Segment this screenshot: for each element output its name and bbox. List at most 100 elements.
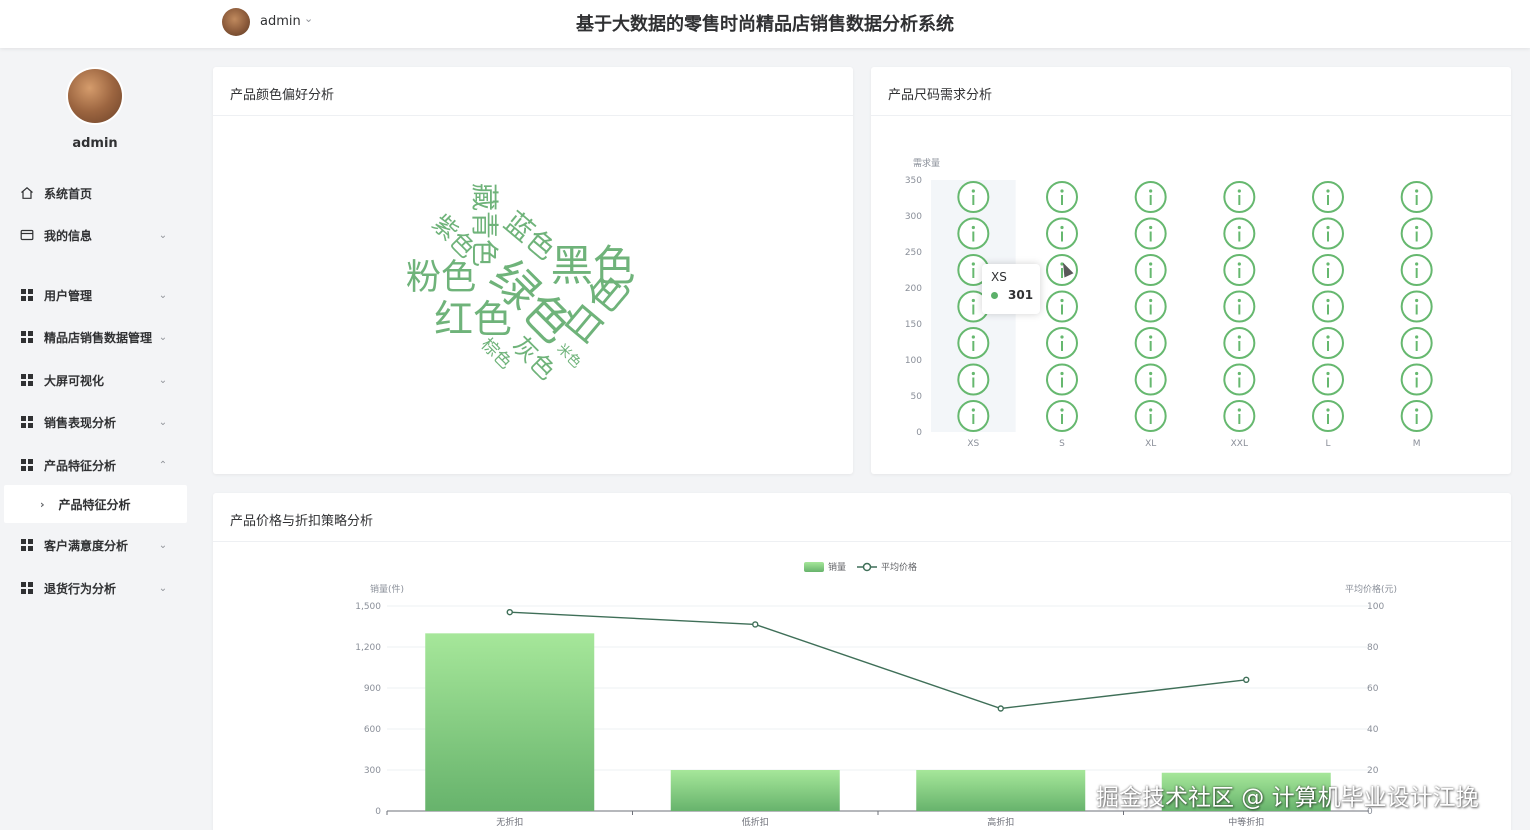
info-icon[interactable]: [1046, 327, 1078, 359]
info-icon[interactable]: [1134, 363, 1167, 396]
y-tick-label: 350: [905, 176, 922, 186]
legend-line-marker: [862, 562, 872, 572]
chevron-down-icon: ⌄: [158, 229, 168, 241]
info-icon[interactable]: [1046, 400, 1078, 432]
y-left-tick: 300: [364, 766, 381, 776]
info-icon[interactable]: [1223, 181, 1256, 213]
bar-无折扣[interactable]: [425, 633, 595, 811]
y-tick-label: 300: [905, 212, 922, 222]
info-icon[interactable]: [1046, 217, 1078, 250]
bar-高折扣[interactable]: [916, 770, 1086, 811]
info-icon[interactable]: [1223, 400, 1256, 432]
grid-icon: [20, 458, 34, 472]
chevron-down-icon: ⌄: [158, 416, 168, 428]
info-icon[interactable]: [1400, 217, 1433, 250]
chevron-down-icon: ⌄: [158, 289, 168, 301]
y-tick-label: 200: [905, 284, 922, 294]
info-icon[interactable]: [1223, 290, 1256, 323]
info-icon[interactable]: [1223, 327, 1256, 359]
word-粉色: 粉色: [406, 257, 476, 298]
grid-icon: [20, 538, 34, 552]
y-right-tick: 100: [1367, 602, 1384, 612]
grid-icon: [20, 373, 34, 387]
info-icon[interactable]: [1046, 181, 1078, 213]
word-红色: 红色: [434, 298, 512, 343]
x-tick-label: 高折扣: [987, 816, 1014, 828]
info-icon[interactable]: [1134, 400, 1167, 432]
card-icon: [20, 228, 34, 242]
y-right-tick: 80: [1367, 643, 1379, 653]
info-icon[interactable]: [1223, 363, 1256, 396]
y-tick-label: 50: [911, 392, 923, 402]
info-icon[interactable]: [1312, 181, 1344, 213]
y-tick-label: 150: [905, 320, 922, 330]
sidebar-item-returns[interactable]: 退货行为分析 ⌄: [0, 570, 190, 606]
info-icon[interactable]: [1312, 400, 1344, 432]
sidebar-item-satisfaction[interactable]: 客户满意度分析 ⌄: [0, 527, 190, 563]
info-icon[interactable]: [1223, 254, 1256, 286]
legend-sales[interactable]: 销量: [828, 561, 846, 573]
y-tick-label: 0: [916, 428, 922, 438]
sidebar-item-sales-data[interactable]: 精品店销售数据管理 ⌄: [0, 319, 190, 355]
sidebar-subitem-label: 产品特征分析: [58, 497, 131, 512]
sidebar-item-my-info[interactable]: 我的信息 ⌄: [0, 217, 190, 253]
x-tick-label: S: [1059, 439, 1065, 449]
info-icon[interactable]: [957, 327, 990, 359]
x-tick-label: 无折扣: [496, 816, 523, 828]
info-icon[interactable]: [1400, 400, 1433, 432]
chevron-down-icon: ⌄: [158, 539, 168, 551]
avg-price-point[interactable]: [1243, 676, 1250, 684]
info-icon[interactable]: [957, 363, 990, 396]
info-icon[interactable]: [1312, 327, 1344, 359]
info-icon[interactable]: [1134, 254, 1167, 286]
info-icon[interactable]: [1400, 181, 1433, 213]
info-icon[interactable]: [1400, 290, 1433, 323]
y-left-tick: 0: [375, 807, 381, 817]
sidebar-item-product-features[interactable]: 产品特征分析 ⌃: [0, 447, 190, 483]
info-icon[interactable]: [1312, 363, 1344, 396]
info-icon[interactable]: [1046, 290, 1078, 323]
y-right-tick: 40: [1367, 725, 1379, 735]
sidebar-item-big-screen[interactable]: 大屏可视化 ⌄: [0, 362, 190, 398]
sidebar-subitem-product-features[interactable]: › 产品特征分析: [4, 485, 187, 523]
info-icon[interactable]: [1400, 254, 1433, 286]
legend-avg-price[interactable]: 平均价格: [881, 561, 917, 573]
info-icon[interactable]: [1312, 254, 1344, 286]
tooltip-value: 301: [1008, 288, 1034, 302]
info-icon[interactable]: [957, 181, 990, 213]
chevron-down-icon: ⌄: [158, 331, 168, 343]
size-demand-card: 产品尺码需求分析 需求量 0 50 100 150 200 250 300 350 XS S XL XX…: [871, 67, 1511, 474]
x-tick-label: 中等折扣: [1228, 816, 1264, 828]
word-藏青色: 藏青色: [468, 183, 501, 267]
info-icon[interactable]: [1312, 217, 1344, 250]
bar-低折扣[interactable]: [670, 770, 840, 811]
info-icon[interactable]: [1400, 327, 1433, 359]
sidebar-user-name: admin: [72, 136, 118, 151]
info-icon[interactable]: [1312, 290, 1344, 323]
chevron-down-icon: ⌄: [158, 374, 168, 386]
sidebar-item-home[interactable]: 系统首页: [0, 175, 190, 211]
x-tick-label: L: [1325, 439, 1330, 449]
home-icon: [20, 186, 34, 200]
avg-price-point[interactable]: [506, 608, 513, 616]
info-icon[interactable]: [1400, 363, 1433, 396]
y-left-tick: 600: [364, 725, 381, 735]
y-right-title: 平均价格(元): [1345, 583, 1397, 595]
info-icon[interactable]: [1134, 181, 1167, 213]
info-icon[interactable]: [1046, 363, 1078, 396]
avg-price-point[interactable]: [752, 621, 759, 628]
info-icon[interactable]: [1223, 217, 1256, 250]
y-left-tick: 900: [364, 684, 381, 694]
chart-tooltip: XS 301: [982, 264, 1040, 314]
sidebar-item-user-management[interactable]: 用户管理 ⌄: [0, 277, 190, 313]
grid-icon: [20, 581, 34, 595]
info-icon[interactable]: [957, 400, 990, 432]
info-icon[interactable]: [1134, 217, 1167, 250]
y-tick-label: 100: [905, 356, 922, 366]
info-icon[interactable]: [1134, 327, 1167, 359]
avg-price-point[interactable]: [997, 705, 1004, 712]
color-preference-card: 产品颜色偏好分析 绿色 黑色 白色 红色 粉色 蓝色 藏青色 紫色 灰色 棕色 米色: [213, 67, 853, 474]
sidebar-item-sales-performance[interactable]: 销售表现分析 ⌄: [0, 404, 190, 440]
info-icon[interactable]: [1134, 290, 1167, 323]
info-icon[interactable]: [957, 217, 990, 250]
